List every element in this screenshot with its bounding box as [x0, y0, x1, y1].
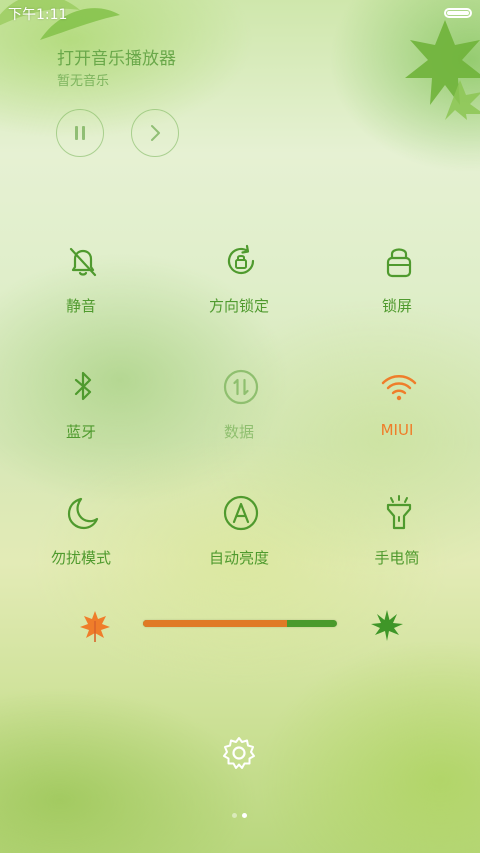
autumn-leaf-icon [80, 611, 110, 642]
mobile-data-icon [223, 369, 259, 405]
toggle-do-not-disturb-label: 勿扰模式 [50, 549, 111, 567]
toggle-mute-label: 静音 [65, 297, 96, 315]
toggle-do-not-disturb[interactable]: 勿扰模式 [1, 495, 161, 605]
brightness-slider-fill [143, 620, 287, 627]
toggle-mobile-data-label: 数据 [223, 423, 254, 441]
toggle-rotation-lock-label: 方向锁定 [208, 297, 269, 315]
toggle-wifi[interactable]: MIUI [317, 369, 477, 479]
wifi-icon [381, 375, 417, 401]
page-dot-1 [232, 813, 237, 818]
leaves-decoration-top-right [405, 20, 480, 120]
next-button[interactable] [131, 109, 179, 157]
toggle-auto-brightness[interactable]: 自动亮度 [159, 495, 319, 605]
bluetooth-icon [74, 371, 92, 401]
toggle-lock-screen[interactable]: 锁屏 [317, 243, 477, 353]
toggle-mute[interactable]: 静音 [1, 243, 161, 353]
flashlight-icon [386, 495, 412, 530]
toggle-mobile-data[interactable]: 数据 [159, 369, 319, 479]
green-leaf-icon [371, 610, 403, 641]
lock-icon [386, 248, 412, 278]
music-player-title[interactable]: 打开音乐播放器 [57, 44, 176, 69]
toggle-bluetooth[interactable]: 蓝牙 [1, 369, 161, 479]
moon-icon [67, 497, 99, 530]
toggle-flashlight-label: 手电筒 [374, 549, 420, 567]
brightness-slider[interactable] [143, 620, 337, 627]
toggle-rotation-lock[interactable]: 方向锁定 [159, 243, 319, 353]
toggle-auto-brightness-label: 自动亮度 [208, 549, 269, 567]
pause-button[interactable] [56, 109, 104, 157]
status-bar: 下午1:11 [0, 0, 480, 26]
auto-brightness-icon [223, 495, 259, 531]
battery-icon [444, 8, 472, 18]
toggle-bluetooth-label: 蓝牙 [65, 423, 96, 441]
page-indicator [230, 813, 250, 819]
battery-fill [447, 11, 469, 15]
next-icon [151, 125, 160, 141]
page-dot-2 [242, 813, 247, 818]
status-time: 下午1:11 [8, 7, 68, 23]
bell-off-icon [69, 247, 97, 277]
gear-icon[interactable] [222, 736, 256, 770]
rotation-lock-icon [227, 244, 255, 275]
music-player-status: 暂无音乐 [57, 74, 110, 89]
pause-icon [75, 126, 85, 140]
toggle-wifi-label: MIUI [380, 421, 414, 439]
toggle-lock-screen-label: 锁屏 [381, 297, 412, 315]
toggle-flashlight[interactable]: 手电筒 [317, 495, 477, 605]
